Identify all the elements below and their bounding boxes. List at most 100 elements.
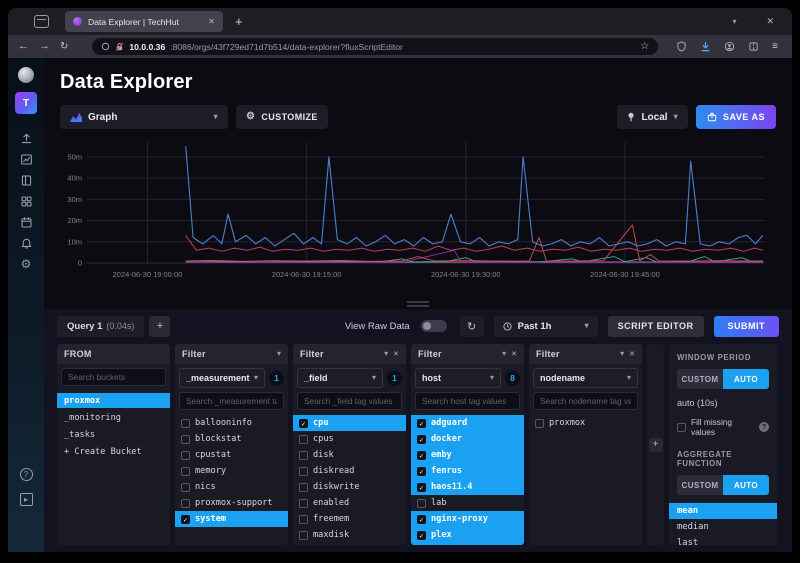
tag-value-row[interactable]: proxmox <box>529 415 642 431</box>
tag-value-row[interactable]: disk <box>293 447 406 463</box>
tag-key-dropdown[interactable]: _measurement <box>179 368 265 388</box>
load-data-icon[interactable] <box>14 130 38 146</box>
tag-value-row[interactable]: blockstat <box>175 431 288 447</box>
filter-card-field: Filter _field 1 ✓cpucpusdiskd <box>293 344 406 545</box>
tag-value-row[interactable]: freemem <box>293 511 406 527</box>
dashboards-icon[interactable] <box>14 193 38 209</box>
custom-option[interactable]: CUSTOM <box>677 475 723 495</box>
settings-gear-icon[interactable]: ⚙ <box>14 256 38 272</box>
tab-list-chevron-icon[interactable] <box>732 18 736 26</box>
auto-option[interactable]: AUTO <box>723 369 769 389</box>
tag-value-row[interactable]: ✓plex <box>411 527 524 543</box>
tag-value-row[interactable]: ✓nginx-proxy <box>411 511 524 527</box>
new-tab-button[interactable]: + <box>235 15 243 28</box>
tag-value-row[interactable]: lab <box>411 495 524 511</box>
tag-value-row[interactable]: ballooninfo <box>175 415 288 431</box>
tag-value-row[interactable]: maxmem <box>293 543 406 545</box>
tasks-icon[interactable] <box>14 214 38 230</box>
visualization-type-dropdown[interactable]: Graph <box>60 105 228 129</box>
search-tag-values-input[interactable] <box>533 392 638 410</box>
filter-card-header[interactable]: Filter <box>293 344 406 364</box>
bucket-item[interactable]: proxmox <box>57 393 170 408</box>
info-icon[interactable] <box>759 422 769 432</box>
tag-value-row[interactable]: ✓snipe-it <box>411 543 524 545</box>
customize-button[interactable]: ⚙ CUSTOMIZE <box>236 105 328 129</box>
tag-value-row[interactable]: ✓system <box>175 511 288 527</box>
bucket-item[interactable]: _tasks <box>57 427 170 442</box>
firefox-view-icon[interactable] <box>34 15 49 28</box>
url-bar[interactable]: 10.0.0.36 :8086/orgs/43f729ed71d7b514/da… <box>92 38 658 55</box>
expand-nav-icon[interactable] <box>20 493 33 506</box>
permissions-icon[interactable] <box>101 42 110 51</box>
account-icon[interactable] <box>724 41 735 52</box>
data-explorer-icon[interactable] <box>14 151 38 167</box>
window-close-icon[interactable] <box>766 17 774 26</box>
save-as-button[interactable]: SAVE AS <box>696 105 776 129</box>
resize-divider[interactable] <box>44 298 792 309</box>
tag-key-dropdown[interactable]: nodename <box>533 368 638 388</box>
query-tab[interactable]: Query 1 (0.04s) <box>57 316 144 337</box>
bookmark-star-icon[interactable] <box>640 41 649 52</box>
search-tag-values-input[interactable] <box>297 392 402 410</box>
tag-value-row[interactable]: diskwrite <box>293 479 406 495</box>
reload-icon[interactable]: ↻ <box>60 42 68 52</box>
search-tag-values-input[interactable] <box>415 392 520 410</box>
search-tag-values-input[interactable] <box>179 392 284 410</box>
browser-tab-active[interactable]: Data Explorer | TechHut <box>65 11 223 32</box>
tag-value-row[interactable]: diskread <box>293 463 406 479</box>
tag-value-row[interactable]: cpus <box>293 431 406 447</box>
refresh-button[interactable] <box>460 316 484 337</box>
custom-option[interactable]: CUSTOM <box>677 369 723 389</box>
extension-icon[interactable] <box>748 41 759 52</box>
filter-card-header[interactable]: Filter <box>175 344 288 364</box>
filter-card-header[interactable]: Filter <box>529 344 642 364</box>
tag-value-row[interactable]: enabled <box>293 495 406 511</box>
aggregate-function-item[interactable]: last <box>669 535 777 545</box>
script-editor-button[interactable]: SCRIPT EDITOR <box>608 316 704 337</box>
aggregate-function-item[interactable]: mean <box>669 503 777 519</box>
add-filter-button[interactable]: + <box>649 438 663 452</box>
close-filter-icon[interactable] <box>511 351 517 358</box>
org-avatar[interactable]: T <box>15 92 37 114</box>
alerts-bell-icon[interactable] <box>14 235 38 251</box>
bucket-item[interactable]: + Create Bucket <box>57 444 170 459</box>
tag-value-row[interactable]: ✓docker <box>411 431 524 447</box>
downloads-icon[interactable] <box>700 41 711 52</box>
time-range-dropdown[interactable]: Past 1h <box>494 316 598 337</box>
back-icon[interactable]: ← <box>18 41 29 52</box>
tag-value-row[interactable]: memory <box>175 463 288 479</box>
influxdb-logo[interactable] <box>18 67 34 83</box>
local-timezone-dropdown[interactable]: Local <box>617 105 688 129</box>
menu-hamburger-icon[interactable]: ≡ <box>772 42 778 52</box>
tag-value-row[interactable]: ✓cpu <box>293 415 406 431</box>
tag-key-dropdown[interactable]: host <box>415 368 501 388</box>
aggregate-function-item[interactable]: median <box>669 519 777 535</box>
tag-value-row[interactable]: ✓fenrus <box>411 463 524 479</box>
submit-button[interactable]: SUBMIT <box>714 316 780 337</box>
tag-value-row[interactable]: maxdisk <box>293 527 406 543</box>
shield-icon[interactable] <box>676 41 687 52</box>
close-filter-icon[interactable] <box>629 351 635 358</box>
insecure-lock-icon[interactable] <box>115 42 124 52</box>
tab-close-icon[interactable] <box>208 18 215 26</box>
fill-missing-label: Fill missing values <box>691 417 754 437</box>
add-query-button[interactable]: + <box>149 316 170 337</box>
search-buckets-input[interactable] <box>61 368 166 386</box>
close-filter-icon[interactable] <box>393 351 399 358</box>
notebooks-icon[interactable] <box>14 172 38 188</box>
help-icon[interactable] <box>20 468 33 481</box>
tag-value-row[interactable]: ✓haos11.4 <box>411 479 524 495</box>
tag-key-dropdown[interactable]: _field <box>297 368 383 388</box>
view-raw-data-toggle[interactable] <box>421 320 447 332</box>
forward-icon[interactable]: → <box>39 41 50 52</box>
tag-value-row[interactable]: nics <box>175 479 288 495</box>
tag-value-row[interactable]: proxmox-support <box>175 495 288 511</box>
timeseries-chart[interactable]: 2024-06-30 19:00:002024-06-30 19:15:0020… <box>57 137 770 293</box>
fill-missing-checkbox[interactable] <box>677 423 686 432</box>
tag-value-row[interactable]: ✓adguard <box>411 415 524 431</box>
bucket-item[interactable]: _monitoring <box>57 410 170 425</box>
tag-value-row[interactable]: cpustat <box>175 447 288 463</box>
tag-value-row[interactable]: ✓emby <box>411 447 524 463</box>
filter-card-header[interactable]: Filter <box>411 344 524 364</box>
auto-option[interactable]: AUTO <box>723 475 769 495</box>
